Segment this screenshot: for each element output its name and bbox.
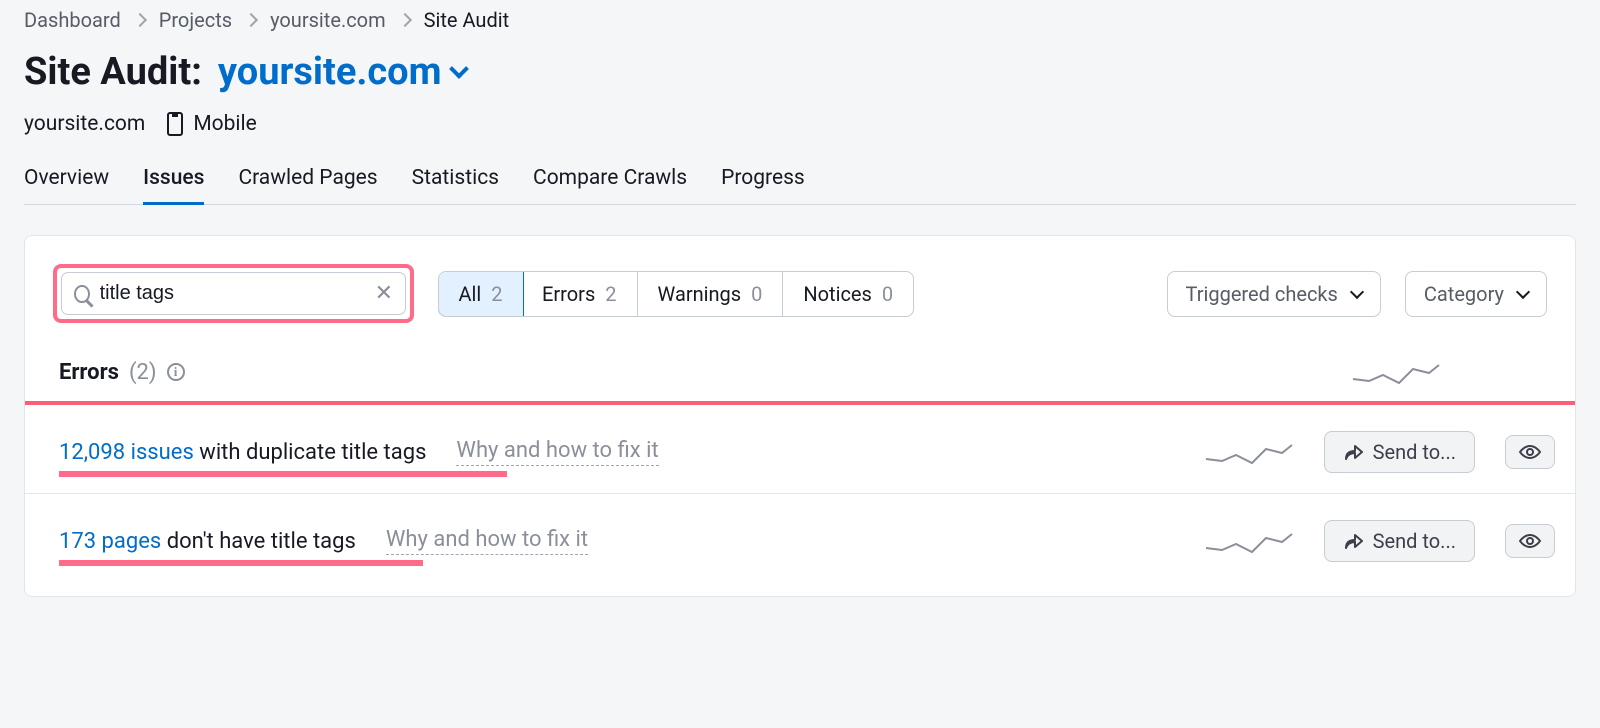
- mobile-icon: [167, 112, 183, 136]
- send-to-button[interactable]: Send to...: [1324, 520, 1475, 562]
- issue-link[interactable]: 173 pages: [59, 529, 161, 554]
- dropdown-label: Category: [1424, 282, 1504, 306]
- issue-link[interactable]: 12,098 issues: [59, 440, 194, 465]
- device-label: Mobile: [193, 112, 256, 136]
- chevron-down-icon: [1350, 284, 1364, 298]
- chevron-right-icon: [398, 13, 412, 27]
- send-to-button[interactable]: Send to...: [1324, 431, 1475, 473]
- domain-selector[interactable]: yoursite.com: [218, 50, 466, 94]
- search-box[interactable]: ✕: [61, 272, 406, 315]
- category-dropdown[interactable]: Category: [1405, 271, 1547, 317]
- sparkline: [1204, 439, 1294, 465]
- search-input[interactable]: [100, 282, 365, 305]
- highlight-underline: [59, 471, 507, 477]
- breadcrumb-projects[interactable]: Projects: [159, 8, 232, 32]
- sparkline: [1204, 528, 1294, 554]
- errors-section-header: Errors (2) i: [25, 351, 1575, 401]
- issue-text: 173 pages don't have title tags: [59, 529, 356, 554]
- chevron-down-icon: [449, 59, 469, 79]
- tab-statistics[interactable]: Statistics: [412, 166, 499, 204]
- page-title: Site Audit:: [24, 50, 202, 94]
- filter-warnings[interactable]: Warnings 0: [638, 272, 784, 316]
- chevron-right-icon: [244, 13, 258, 27]
- why-how-link[interactable]: Why and how to fix it: [456, 438, 658, 466]
- filter-count: 2: [605, 282, 616, 306]
- breadcrumb-dashboard[interactable]: Dashboard: [24, 8, 121, 32]
- filter-label: Notices: [803, 282, 871, 306]
- chevron-down-icon: [1516, 284, 1530, 298]
- tab-progress[interactable]: Progress: [721, 166, 805, 204]
- filter-row: ✕ All 2 Errors 2 Warnings 0 Notices: [25, 236, 1575, 351]
- filter-label: All: [459, 282, 482, 306]
- eye-icon: [1518, 533, 1542, 549]
- clear-icon[interactable]: ✕: [375, 281, 393, 306]
- chevron-right-icon: [133, 13, 147, 27]
- filter-count: 0: [882, 282, 893, 306]
- issue-rest: don't have title tags: [161, 529, 356, 554]
- share-arrow-icon: [1343, 443, 1363, 461]
- page-title-row: Site Audit: yoursite.com: [24, 50, 1576, 94]
- issues-panel: ✕ All 2 Errors 2 Warnings 0 Notices: [24, 235, 1576, 597]
- filter-all[interactable]: All 2: [438, 271, 524, 317]
- subdomain-label: yoursite.com: [24, 112, 145, 136]
- filter-count: 0: [751, 282, 762, 306]
- filter-count: 2: [491, 282, 502, 306]
- filter-pills: All 2 Errors 2 Warnings 0 Notices 0: [438, 271, 914, 317]
- tab-crawled-pages[interactable]: Crawled Pages: [238, 166, 377, 204]
- why-how-link[interactable]: Why and how to fix it: [386, 527, 588, 555]
- highlight-underline: [59, 560, 423, 566]
- info-icon[interactable]: i: [167, 363, 185, 381]
- filter-label: Errors: [542, 282, 595, 306]
- tabs: Overview Issues Crawled Pages Statistics…: [24, 166, 1576, 205]
- dropdown-label: Triggered checks: [1186, 282, 1338, 306]
- issue-text: 12,098 issues with duplicate title tags: [59, 440, 426, 465]
- subheader: yoursite.com Mobile: [24, 112, 1576, 136]
- tab-overview[interactable]: Overview: [24, 166, 109, 204]
- send-to-label: Send to...: [1373, 529, 1456, 553]
- domain-selector-label: yoursite.com: [218, 50, 442, 94]
- share-arrow-icon: [1343, 532, 1363, 550]
- breadcrumb: Dashboard Projects yoursite.com Site Aud…: [24, 0, 1576, 50]
- issue-rest: with duplicate title tags: [194, 440, 427, 465]
- send-to-label: Send to...: [1373, 440, 1456, 464]
- tab-issues[interactable]: Issues: [143, 166, 204, 205]
- section-count: (2): [129, 360, 157, 385]
- eye-icon: [1518, 444, 1542, 460]
- breadcrumb-domain[interactable]: yoursite.com: [270, 8, 386, 32]
- preview-button[interactable]: [1505, 524, 1555, 558]
- issue-row: 12,098 issues with duplicate title tags …: [25, 405, 1575, 494]
- triggered-checks-dropdown[interactable]: Triggered checks: [1167, 271, 1381, 317]
- section-label: Errors: [59, 360, 119, 385]
- search-icon: [74, 285, 90, 303]
- filter-errors[interactable]: Errors 2: [522, 272, 637, 316]
- issue-row: 173 pages don't have title tags Why and …: [25, 494, 1575, 596]
- preview-button[interactable]: [1505, 435, 1555, 469]
- tab-compare-crawls[interactable]: Compare Crawls: [533, 166, 687, 204]
- device-indicator: Mobile: [167, 112, 256, 136]
- filter-label: Warnings: [658, 282, 742, 306]
- sparkline: [1351, 359, 1441, 385]
- filter-notices[interactable]: Notices 0: [783, 272, 913, 316]
- search-highlight: ✕: [53, 264, 414, 323]
- breadcrumb-current: Site Audit: [424, 8, 510, 32]
